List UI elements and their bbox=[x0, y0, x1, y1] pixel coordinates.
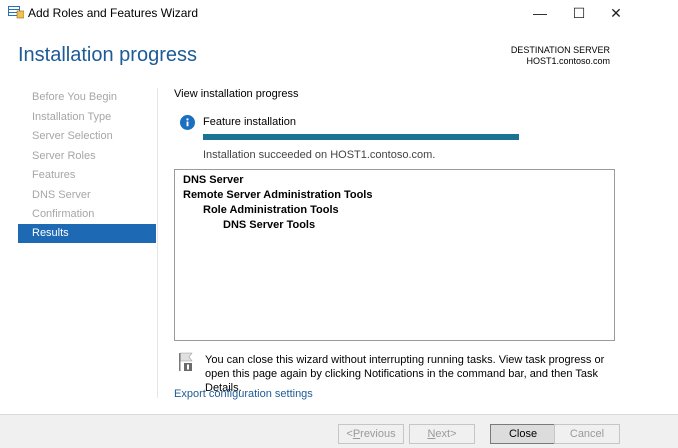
installation-status-text: Installation succeeded on HOST1.contoso.… bbox=[203, 149, 436, 161]
server-manager-app-icon bbox=[8, 6, 24, 19]
result-item: DNS Server Tools bbox=[223, 219, 316, 231]
nav-divider bbox=[157, 88, 158, 398]
next-button[interactable]: Next > bbox=[409, 424, 475, 444]
section-heading: View installation progress bbox=[174, 88, 299, 100]
page-title: Installation progress bbox=[18, 44, 197, 66]
progress-bar-fill bbox=[203, 134, 519, 140]
maximize-button[interactable]: ☐ bbox=[559, 0, 599, 26]
next-label-rest: ext bbox=[435, 428, 451, 440]
cancel-button[interactable]: Cancel bbox=[554, 424, 620, 444]
window-title: Add Roles and Features Wizard bbox=[28, 6, 199, 20]
result-item: DNS Server bbox=[183, 174, 244, 186]
result-item: Remote Server Administration Tools bbox=[183, 189, 373, 201]
nav-step-server-selection[interactable]: Server Selection bbox=[18, 127, 156, 146]
feature-installation-label: Feature installation bbox=[203, 116, 296, 128]
close-button[interactable]: Close bbox=[490, 424, 556, 444]
notification-flag-icon bbox=[179, 352, 193, 371]
info-icon bbox=[180, 115, 195, 130]
export-configuration-link[interactable]: Export configuration settings bbox=[174, 388, 313, 400]
close-window-button[interactable]: ✕ bbox=[596, 0, 636, 26]
next-suffix: > bbox=[450, 428, 457, 440]
installation-progress-bar bbox=[203, 134, 519, 140]
nav-step-results[interactable]: Results bbox=[18, 224, 156, 243]
nav-step-server-roles[interactable]: Server Roles bbox=[18, 147, 156, 166]
destination-server-label: DESTINATION SERVER bbox=[510, 45, 610, 55]
previous-mnemonic: P bbox=[352, 428, 361, 440]
nav-step-features[interactable]: Features bbox=[18, 166, 156, 185]
next-mnemonic: N bbox=[427, 428, 436, 440]
nav-step-before-you-begin[interactable]: Before You Begin bbox=[18, 88, 156, 107]
previous-label-rest: revious bbox=[360, 428, 396, 440]
destination-server-host: HOST1.contoso.com bbox=[526, 56, 610, 66]
nav-step-confirmation[interactable]: Confirmation bbox=[18, 205, 156, 224]
previous-button[interactable]: < Previous bbox=[338, 424, 404, 444]
nav-step-installation-type[interactable]: Installation Type bbox=[18, 108, 156, 127]
result-item: Role Administration Tools bbox=[203, 204, 339, 216]
results-list[interactable]: DNS Server Remote Server Administration T… bbox=[174, 169, 615, 341]
minimize-button[interactable]: — bbox=[520, 0, 560, 26]
nav-step-dns-server[interactable]: DNS Server bbox=[18, 186, 156, 205]
